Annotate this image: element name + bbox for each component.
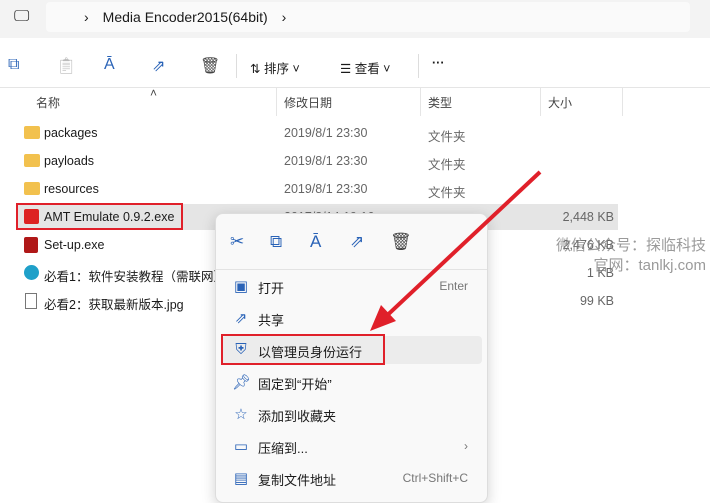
red-arrow	[370, 170, 542, 331]
